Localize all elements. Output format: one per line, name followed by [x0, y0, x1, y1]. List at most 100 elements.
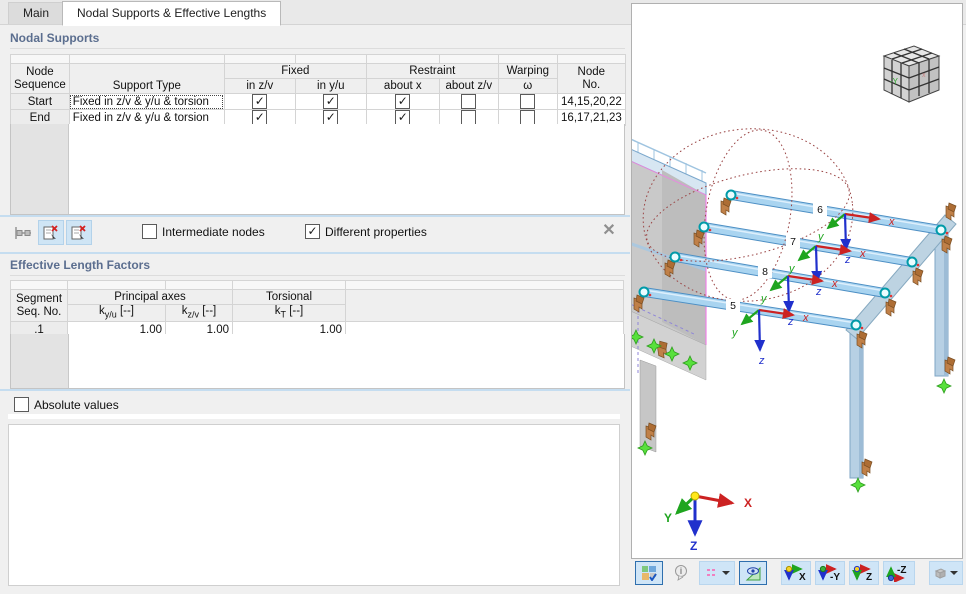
- nodal-supports-table-filler: [10, 124, 625, 215]
- insert-node-button[interactable]: [10, 220, 36, 245]
- splitter[interactable]: [0, 215, 630, 217]
- splitter[interactable]: [0, 252, 630, 254]
- svg-text:X: X: [744, 496, 752, 510]
- col-empty: [345, 288, 624, 323]
- clear-table-button[interactable]: ✕: [598, 220, 620, 242]
- col-node-no: Node No.: [556, 63, 626, 94]
- table-row-start: Start Fixed in z/v & y/u & torsion ✓ ✓ ✓…: [10, 93, 626, 110]
- margins-dropdown-button[interactable]: [699, 561, 735, 585]
- absolute-values-checkbox[interactable]: [14, 397, 29, 412]
- support-type-cell[interactable]: Fixed in z/v & y/u & torsion: [68, 93, 225, 110]
- render-mode-button[interactable]: [635, 561, 663, 585]
- col-kt: kT [--]: [232, 303, 346, 323]
- view-x-button[interactable]: X: [781, 561, 811, 585]
- col-in-yu: in y/u: [294, 78, 367, 94]
- info-button[interactable]: i: [667, 561, 695, 585]
- checkbox-restraint-zv[interactable]: [461, 110, 477, 125]
- checkbox-fixed-yu[interactable]: ✓: [323, 110, 339, 125]
- svg-text:-Y: -Y: [890, 77, 899, 86]
- col-group-principal-axes: Principal axes: [67, 289, 233, 305]
- checkbox-fixed-zv[interactable]: ✓: [252, 110, 268, 125]
- nodal-supports-title: Nodal Supports: [10, 31, 625, 49]
- delete-support-start-button[interactable]: [38, 220, 64, 245]
- navigation-cube[interactable]: -Y x: [882, 45, 941, 103]
- splitter[interactable]: [0, 389, 630, 391]
- checkbox-warping[interactable]: [520, 94, 536, 109]
- absolute-values-label: Absolute values: [34, 398, 119, 412]
- svg-text:x: x: [922, 72, 926, 79]
- dropdown-caret-icon: [721, 571, 730, 575]
- checkbox-fixed-yu[interactable]: ✓: [323, 94, 339, 109]
- effective-lengths-table: Segment Seq. No. Principal axes Torsiona…: [10, 280, 624, 339]
- svg-text:-Z: -Z: [897, 565, 906, 576]
- svg-text:x: x: [802, 312, 809, 324]
- visibility-button[interactable]: [739, 561, 767, 585]
- different-properties-checkbox[interactable]: ✓: [305, 224, 320, 239]
- svg-text:y: y: [760, 293, 768, 305]
- different-properties-label: Different properties: [325, 225, 427, 239]
- table-strip-row: [10, 280, 624, 290]
- svg-text:i: i: [680, 566, 683, 576]
- view-minus-y-button[interactable]: -Y: [815, 561, 845, 585]
- delete-support-end-button[interactable]: [66, 220, 92, 245]
- info-icon: i: [675, 565, 687, 581]
- col-warping: Warping: [497, 63, 558, 79]
- tab-main[interactable]: Main: [8, 2, 65, 24]
- col-omega: ω: [497, 78, 558, 94]
- dialog-nodal-supports: Main Nodal Supports & Effective Lengths …: [0, 0, 966, 594]
- col-about-zv: about z/v: [438, 78, 499, 94]
- col-group-fixed: Fixed: [223, 63, 367, 79]
- nodal-supports-table: Node Sequence Support Type Fixed Restrai…: [10, 54, 626, 126]
- checkbox-restraint-x[interactable]: ✓: [395, 110, 411, 125]
- col-kzv: kz/v [--]: [165, 303, 233, 323]
- col-in-zv: in z/v: [223, 78, 296, 94]
- svg-text:z: z: [815, 286, 822, 298]
- cube-icon: [934, 567, 947, 579]
- svg-text:Z: Z: [866, 572, 872, 582]
- intermediate-nodes-checkbox[interactable]: [142, 224, 157, 239]
- checkbox-restraint-zv[interactable]: [461, 94, 477, 109]
- svg-text:Z: Z: [690, 539, 697, 553]
- svg-text:5: 5: [730, 300, 736, 312]
- checkbox-warping[interactable]: [520, 110, 536, 125]
- node-numbers-cell: 14,15,20,22: [556, 93, 626, 110]
- intermediate-nodes-label: Intermediate nodes: [162, 225, 265, 239]
- 3d-viewport[interactable]: 6 7 8 5 x y z x y z x y z x y z X Y Z -Y…: [631, 3, 963, 559]
- empty-detail-panel: [8, 424, 620, 586]
- checkbox-restraint-x[interactable]: ✓: [395, 94, 411, 109]
- col-support-type: Support Type: [68, 63, 225, 94]
- view-z-button[interactable]: Z: [849, 561, 879, 585]
- col-about-x: about x: [365, 78, 440, 94]
- svg-text:X: X: [799, 572, 806, 582]
- col-group-torsional: Torsional: [232, 289, 346, 305]
- render-mode-icon: [642, 566, 657, 581]
- svg-text:x: x: [831, 278, 838, 290]
- delete-support-icon: [71, 224, 86, 241]
- svg-text:7: 7: [790, 236, 796, 248]
- beam-labels: 6 7 8 5: [726, 203, 827, 312]
- section-dropdown-button[interactable]: [929, 561, 963, 585]
- svg-text:8: 8: [762, 266, 768, 278]
- svg-text:x: x: [888, 216, 895, 228]
- dashed-line-icon: [706, 569, 717, 576]
- set-square-eye-icon: [745, 566, 760, 581]
- col-segment: Segment Seq. No.: [10, 288, 68, 323]
- col-group-restraint: Restraint: [365, 63, 499, 79]
- tab-nodal-supports[interactable]: Nodal Supports & Effective Lengths: [62, 1, 282, 26]
- dropdown-caret-icon: [950, 571, 958, 575]
- col-kyu: ky/u [--]: [67, 303, 166, 323]
- table-strip-row: [10, 54, 626, 64]
- svg-text:z: z: [758, 355, 765, 367]
- checkbox-fixed-zv[interactable]: ✓: [252, 94, 268, 109]
- col-node-sequence: Node Sequence: [10, 63, 70, 94]
- svg-text:6: 6: [817, 204, 823, 216]
- svg-text:y: y: [817, 231, 825, 243]
- panel-edge: [8, 414, 620, 419]
- svg-text:z: z: [787, 316, 794, 328]
- global-axes: X Y Z: [664, 491, 752, 553]
- svg-text:z: z: [844, 254, 851, 266]
- svg-text:Y: Y: [664, 511, 672, 525]
- effective-lengths-title: Effective Length Factors: [10, 258, 625, 276]
- view-minus-z-button[interactable]: -Z: [883, 561, 915, 585]
- row-header-start: Start: [10, 93, 70, 110]
